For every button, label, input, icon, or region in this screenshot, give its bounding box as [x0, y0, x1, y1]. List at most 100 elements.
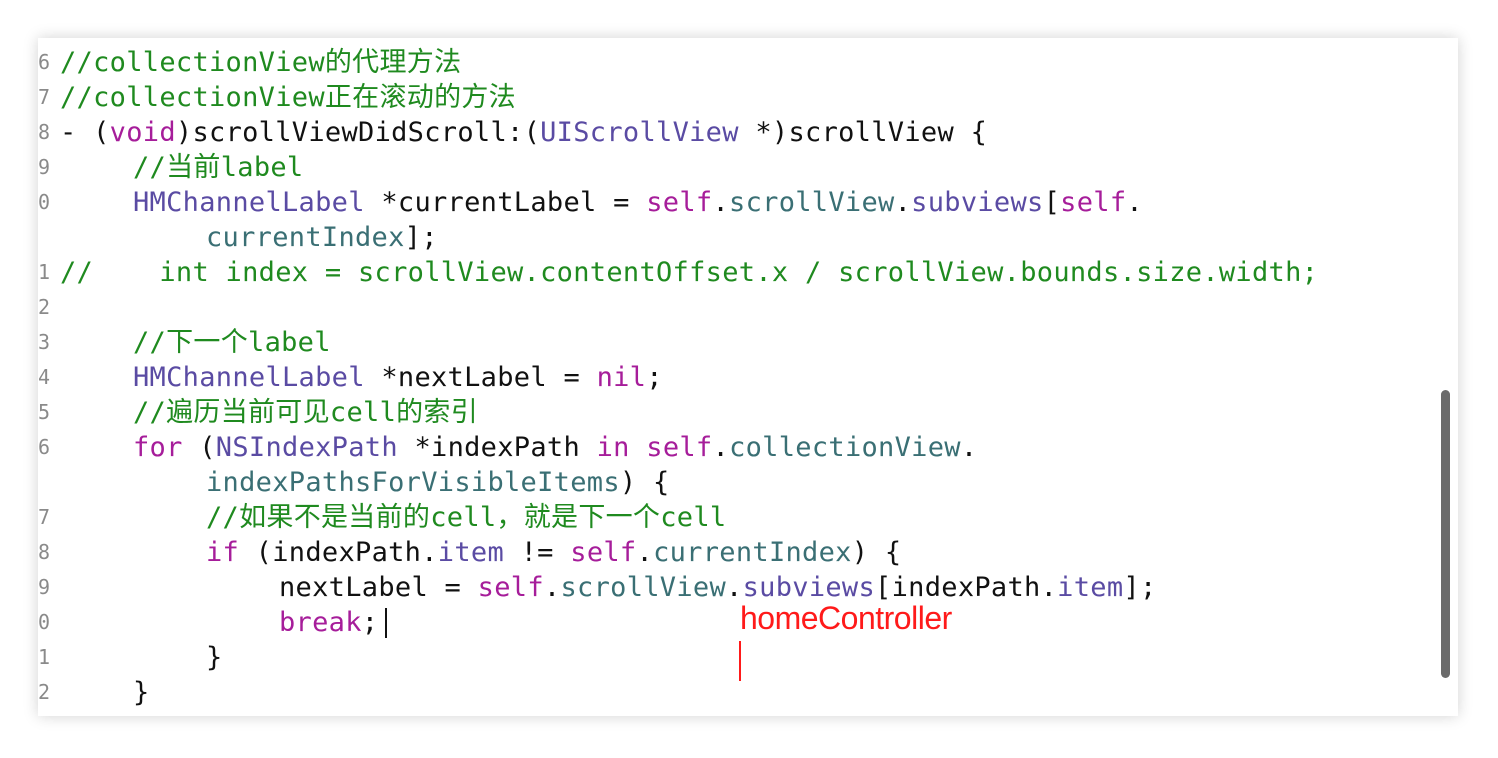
code-token: . [960, 432, 978, 463]
line-number: 2 [38, 680, 51, 704]
code-token: nextLabel = [279, 572, 478, 603]
code-token: in [596, 432, 630, 463]
code-token: != [504, 537, 571, 568]
code-line[interactable]: HMChannelLabel *nextLabel = nil; [133, 360, 663, 395]
code-token: //如果不是当前的cell，就是下一个cell [206, 502, 727, 533]
code-token: ]; [404, 222, 438, 253]
code-token: )scrollViewDidScroll:( [175, 117, 541, 148]
code-token: void [109, 117, 176, 148]
code-line[interactable]: //当前label [133, 150, 304, 185]
vertical-scrollbar[interactable] [1441, 390, 1450, 678]
code-token: ; [361, 607, 379, 638]
code-token: self [1060, 187, 1127, 218]
code-token: collectionView [729, 432, 961, 463]
line-number: 1 [38, 260, 51, 284]
code-token: *currentLabel = [364, 187, 647, 218]
code-token: ) { [851, 537, 902, 568]
code-line[interactable]: } [206, 640, 223, 675]
code-token: *nextLabel = [364, 362, 597, 393]
overlay-annotation-text: homeController [740, 600, 952, 636]
code-token: . [712, 187, 730, 218]
code-token: } [133, 677, 150, 708]
code-token: . [543, 572, 561, 603]
code-token: ( [182, 432, 216, 463]
code-token: scrollView [729, 187, 895, 218]
code-token: *)scrollView { [738, 117, 988, 148]
code-token: currentIndex [653, 537, 852, 568]
code-token: } [206, 642, 223, 673]
code-token: item [437, 537, 505, 568]
code-token: for [133, 432, 183, 463]
line-number: 6 [38, 50, 51, 74]
line-number: 4 [38, 365, 51, 389]
code-token: //当前label [133, 152, 304, 183]
code-line[interactable]: nextLabel = self.scrollView.subviews[ind… [279, 570, 1157, 605]
code-token: item [1057, 572, 1124, 603]
code-token: [indexPath. [875, 572, 1058, 603]
code-token: (indexPath. [239, 537, 438, 568]
line-number: 9 [38, 575, 51, 599]
code-token: . [636, 537, 654, 568]
code-token: HMChannelLabel [133, 362, 365, 393]
code-token: //collectionView正在滚动的方法 [60, 82, 516, 113]
line-number: 7 [38, 505, 51, 529]
code-token: [ [1043, 187, 1061, 218]
code-line[interactable]: //下一个label [133, 325, 331, 360]
code-token: ; [646, 362, 663, 393]
text-cursor [385, 608, 387, 638]
code-token: . [726, 572, 743, 603]
code-line[interactable]: //collectionView正在滚动的方法 [60, 80, 516, 115]
code-line[interactable]: } [133, 675, 150, 710]
code-token: scrollView [560, 572, 727, 603]
line-number: 8 [38, 120, 51, 144]
code-token: subviews [911, 187, 1044, 218]
code-token: indexPathsForVisibleItems [206, 467, 620, 498]
code-token: self [570, 537, 637, 568]
line-number: 7 [38, 85, 51, 109]
line-number: 3 [38, 330, 51, 354]
code-line[interactable]: //collectionView的代理方法 [60, 45, 461, 80]
code-token: nil [596, 362, 647, 393]
line-number: 9 [38, 155, 51, 179]
line-number: 2 [38, 295, 51, 319]
code-token: //collectionView的代理方法 [60, 47, 462, 78]
code-token: self [646, 432, 713, 463]
code-token: self [646, 187, 713, 218]
code-token: UIScrollView [540, 117, 739, 148]
code-token: *indexPath [397, 432, 597, 463]
code-token: // int index = scrollView.contentOffset.… [60, 257, 1319, 288]
code-token: . [712, 432, 730, 463]
code-line[interactable]: - (void)scrollViewDidScroll:(UIScrollVie… [60, 115, 987, 150]
line-number: 6 [38, 435, 51, 459]
code-token: currentIndex [206, 222, 405, 253]
code-token: NSIndexPath [215, 432, 398, 463]
code-line[interactable]: indexPathsForVisibleItems) { [206, 465, 670, 500]
code-token: . [894, 187, 912, 218]
code-token: HMChannelLabel [133, 187, 365, 218]
code-line[interactable]: currentIndex]; [206, 220, 438, 255]
code-token: if [206, 537, 240, 568]
code-token: //遍历当前可见cell的索引 [133, 397, 479, 428]
code-line[interactable]: break; [279, 605, 378, 640]
code-line[interactable]: if (indexPath.item != self.currentIndex)… [206, 535, 901, 570]
code-token: ) { [619, 467, 670, 498]
code-token: self [477, 572, 544, 603]
code-token: //下一个label [133, 327, 331, 358]
line-number: 0 [38, 610, 51, 634]
code-line[interactable]: //遍历当前可见cell的索引 [133, 395, 478, 430]
line-number: 5 [38, 400, 51, 424]
code-token: ]; [1123, 572, 1157, 603]
overlay-text-cursor [739, 641, 741, 681]
line-number: 0 [38, 190, 51, 214]
code-token: . [1126, 187, 1143, 218]
line-number: 1 [38, 645, 51, 669]
code-token: subviews [742, 572, 876, 603]
code-line[interactable]: for (NSIndexPath *indexPath in self.coll… [133, 430, 977, 465]
code-token: break [279, 607, 362, 638]
code-line[interactable]: //如果不是当前的cell，就是下一个cell [206, 500, 726, 535]
code-token: - ( [60, 117, 110, 148]
line-number: 8 [38, 540, 51, 564]
code-line[interactable]: HMChannelLabel *currentLabel = self.scro… [133, 185, 1143, 220]
code-line[interactable]: // int index = scrollView.contentOffset.… [60, 255, 1318, 290]
